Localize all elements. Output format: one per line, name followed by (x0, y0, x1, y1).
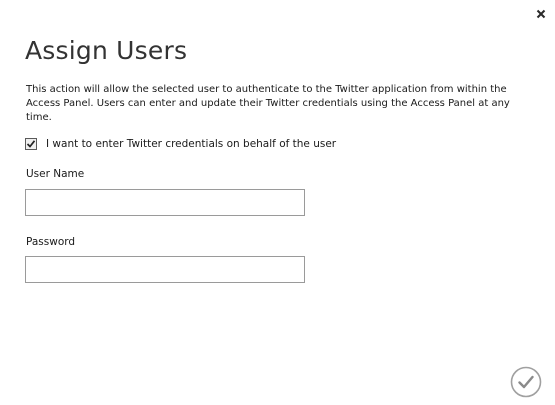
password-label: Password (26, 236, 76, 248)
close-button[interactable] (533, 6, 549, 22)
password-field[interactable] (25, 256, 305, 283)
credentials-checkbox-row[interactable]: I want to enter Twitter credentials on b… (25, 138, 336, 150)
checkmark-icon (26, 140, 36, 148)
credentials-checkbox-label: I want to enter Twitter credentials on b… (46, 138, 337, 150)
confirm-button[interactable] (510, 366, 542, 398)
username-field[interactable] (25, 189, 305, 216)
checkmark-circle-icon (510, 366, 542, 398)
dialog-description: This action will allow the selected user… (26, 84, 510, 123)
credentials-checkbox[interactable] (25, 138, 37, 150)
dialog-title: Assign Users (25, 36, 188, 65)
username-label: User Name (26, 168, 85, 180)
close-icon (536, 9, 546, 19)
